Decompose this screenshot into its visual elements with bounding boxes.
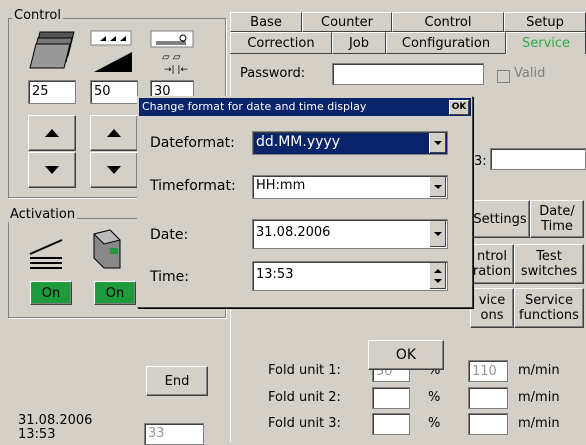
timeformat-label: Timeformat: xyxy=(150,178,236,194)
status-time: 13:53 xyxy=(18,427,56,442)
control-group-title: Control xyxy=(12,8,63,23)
svg-text:▱ ▱: ▱ ▱ xyxy=(162,52,181,63)
fold-unit-3-percent[interactable] xyxy=(372,413,410,435)
activation-on-button-2[interactable]: On xyxy=(94,281,136,305)
fold-unit-2-percent-unit: % xyxy=(428,390,441,405)
dateformat-value: dd.MM.yyyy xyxy=(256,134,340,150)
dialog-title: Change format for date and time display xyxy=(142,100,367,113)
test-switches-button[interactable]: Test switches xyxy=(514,244,584,284)
status-counter: 33 xyxy=(144,423,204,445)
tab-counter[interactable]: Counter xyxy=(302,12,392,32)
control-2-down-button[interactable] xyxy=(90,152,138,188)
control-configuration-button[interactable]: ntrol ration xyxy=(470,244,514,284)
tab-configuration[interactable]: Configuration xyxy=(386,32,506,54)
activation-on-button-1[interactable]: On xyxy=(30,281,72,305)
service-options-button[interactable]: vice ons xyxy=(470,288,514,328)
service-functions-button[interactable]: Service functions xyxy=(514,288,584,328)
arrow-down-icon xyxy=(107,166,121,174)
field-3-label: 3: xyxy=(474,154,487,169)
chevron-down-icon xyxy=(434,232,442,236)
password-field[interactable] xyxy=(332,63,484,85)
dialog-ok-button-visible[interactable]: OK xyxy=(368,340,444,370)
fold-stop-icon: ▱ ▱ →| |← xyxy=(150,30,196,75)
tab-setup[interactable]: Setup xyxy=(504,12,586,32)
speed-ramp-icon xyxy=(90,30,136,74)
control-1-down-button[interactable] xyxy=(28,152,76,188)
fold-unit-2-percent[interactable] xyxy=(372,387,410,409)
valid-label: Valid xyxy=(514,66,546,81)
chevron-down-icon xyxy=(434,185,442,189)
date-field[interactable]: 31.08.2006 xyxy=(252,219,448,249)
fold-unit-1-speed[interactable]: 110 xyxy=(468,360,508,382)
time-field[interactable]: 13:53 xyxy=(252,261,448,291)
timeformat-dropdown[interactable]: HH:mm xyxy=(252,175,448,199)
spin-up-icon[interactable] xyxy=(434,269,442,273)
tab-correction[interactable]: Correction xyxy=(230,32,332,54)
tab-control[interactable]: Control xyxy=(392,12,504,32)
fold-unit-2-label: Fold unit 2: xyxy=(268,390,341,405)
timeformat-value: HH:mm xyxy=(256,178,306,193)
control-1-up-button[interactable] xyxy=(28,115,76,151)
fold-unit-3-percent-unit: % xyxy=(428,416,441,431)
tab-base[interactable]: Base xyxy=(230,12,302,32)
dateformat-dropdown[interactable]: dd.MM.yyyy xyxy=(252,131,448,155)
dateformat-dropdown-button[interactable] xyxy=(429,133,446,153)
control-2-up-button[interactable] xyxy=(90,115,138,151)
password-label: Password: xyxy=(240,66,306,81)
fold-unit-3-speed-unit: m/min xyxy=(518,416,560,431)
control-value-1[interactable]: 25 xyxy=(28,80,76,104)
valid-checkbox xyxy=(497,70,510,83)
date-label: Date: xyxy=(150,227,189,243)
arrow-up-icon xyxy=(107,129,121,137)
end-button[interactable]: End xyxy=(146,366,208,396)
fold-unit-3-label: Fold unit 3: xyxy=(268,416,341,431)
status-date: 31.08.2006 xyxy=(18,413,93,428)
dateformat-label: Dateformat: xyxy=(150,135,235,151)
activation-group-title: Activation xyxy=(8,207,78,222)
fold-unit-2-speed[interactable] xyxy=(468,387,508,409)
tab-service[interactable]: Service xyxy=(506,32,586,54)
date-dropdown-button[interactable] xyxy=(429,221,446,247)
fold-unit-2-speed-unit: m/min xyxy=(518,390,560,405)
dialog-titlebar: Change format for date and time display … xyxy=(139,98,471,116)
time-label: Time: xyxy=(150,269,189,285)
settings-button[interactable]: Settings xyxy=(470,200,530,238)
control-value-2[interactable]: 50 xyxy=(90,80,138,104)
fold-unit-3-speed[interactable] xyxy=(468,413,508,435)
chevron-down-icon xyxy=(434,141,442,145)
spin-down-icon[interactable] xyxy=(434,279,442,283)
date-time-format-dialog: Change format for date and time display … xyxy=(137,96,473,308)
field-3-input[interactable] xyxy=(490,148,586,170)
svg-text:→| |←: →| |← xyxy=(164,65,188,74)
feeder-icon xyxy=(28,236,68,270)
timeformat-dropdown-button[interactable] xyxy=(429,177,446,197)
folder-machine-icon xyxy=(90,228,134,272)
arrow-down-icon xyxy=(45,166,59,174)
fold-unit-1-speed-unit: m/min xyxy=(518,363,560,378)
time-value: 13:53 xyxy=(256,267,294,282)
fold-unit-1-label: Fold unit 1: xyxy=(268,363,341,378)
tab-job[interactable]: Job xyxy=(332,32,386,54)
arrow-up-icon xyxy=(45,129,59,137)
date-value: 31.08.2006 xyxy=(256,225,331,240)
time-spinner[interactable] xyxy=(429,263,446,289)
paper-stack-icon xyxy=(28,30,78,74)
date-time-button[interactable]: Date/ Time xyxy=(530,200,584,238)
dialog-ok-title-button[interactable]: OK xyxy=(449,100,469,115)
